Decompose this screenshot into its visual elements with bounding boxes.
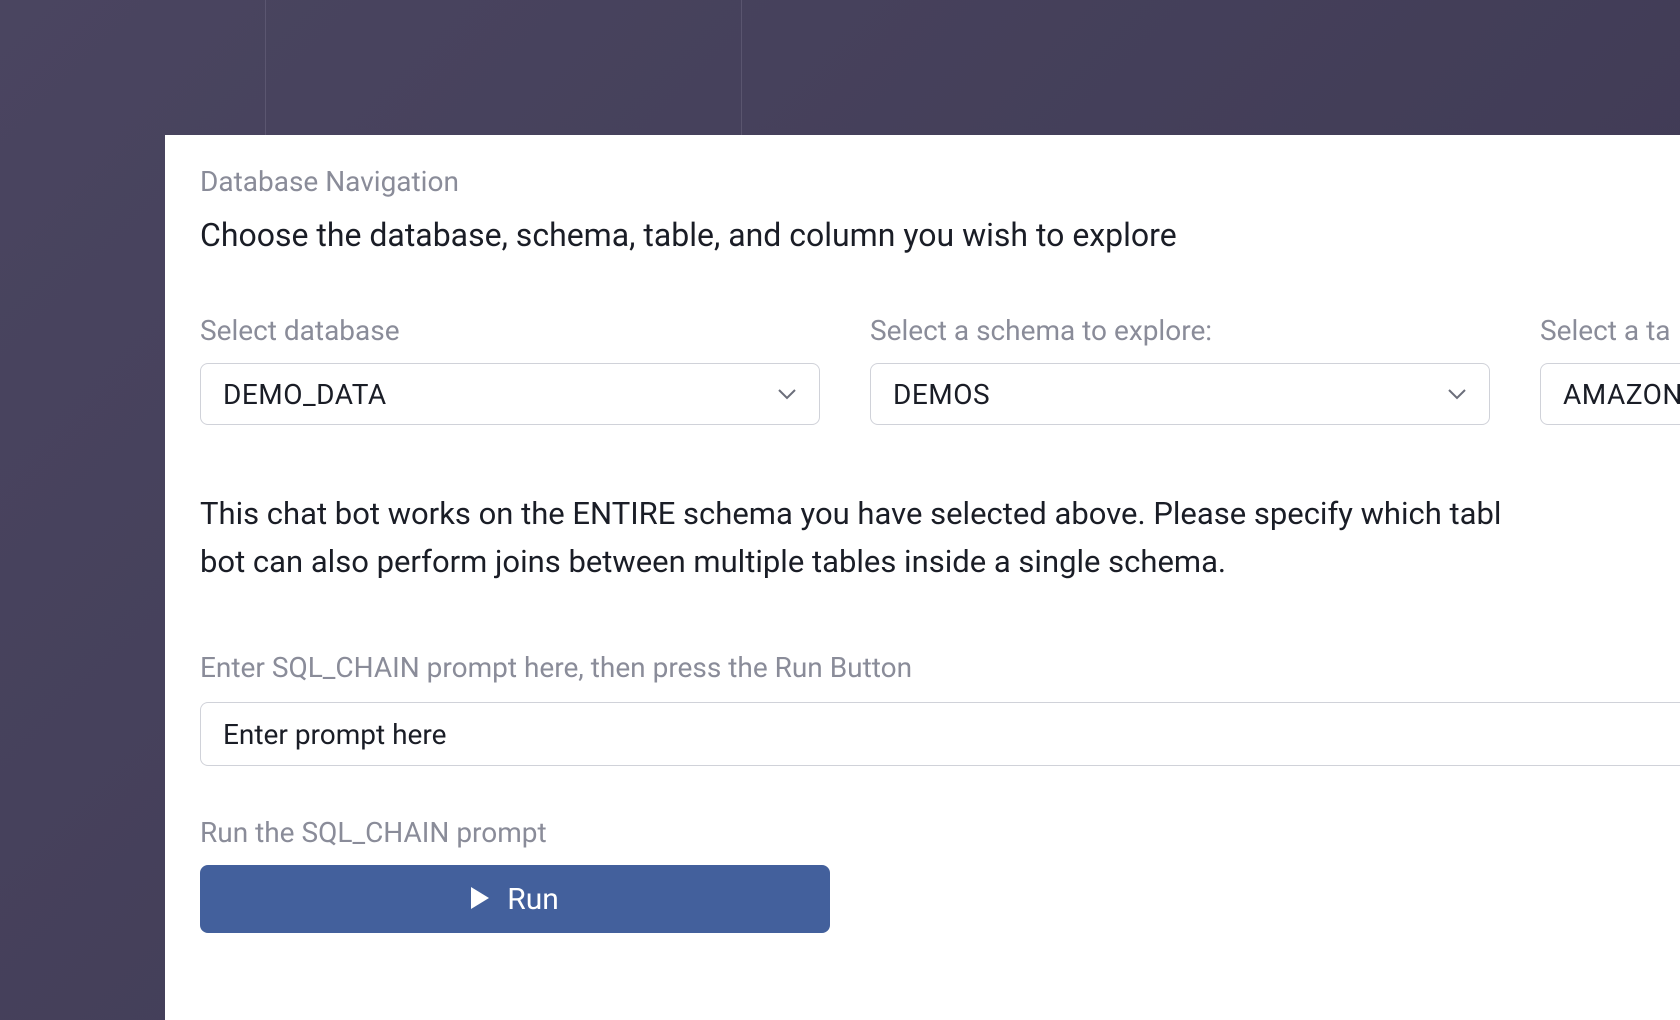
tab-divider [741, 0, 742, 135]
table-value: AMAZON [1563, 378, 1680, 411]
section-label: Database Navigation [200, 165, 1680, 198]
schema-select[interactable]: DEMOS [870, 363, 1490, 425]
schema-value: DEMOS [893, 378, 990, 411]
prompt-label: Enter SQL_CHAIN prompt here, then press … [200, 651, 1680, 684]
run-label: Run the SQL_CHAIN prompt [200, 816, 1680, 849]
prompt-input[interactable] [200, 702, 1680, 766]
tab-divider [265, 0, 266, 135]
run-button-label: Run [507, 882, 559, 917]
run-button[interactable]: Run [200, 865, 830, 933]
database-label: Select database [200, 314, 820, 347]
table-label: Select a ta [1540, 314, 1680, 347]
database-selector-group: Select database DEMO_DATA [200, 314, 820, 425]
database-value: DEMO_DATA [223, 378, 387, 411]
schema-selector-group: Select a schema to explore: DEMOS [870, 314, 1490, 425]
play-icon [471, 882, 489, 917]
chevron-down-icon [777, 384, 797, 404]
main-panel: Database Navigation Choose the database,… [165, 135, 1680, 1020]
table-select[interactable]: AMAZON [1540, 363, 1680, 425]
tab-bar [0, 0, 1680, 135]
table-selector-group: Select a ta AMAZON [1540, 314, 1680, 425]
database-select[interactable]: DEMO_DATA [200, 363, 820, 425]
chevron-down-icon [1447, 384, 1467, 404]
description-text: This chat bot works on the ENTIRE schema… [200, 490, 1680, 586]
selectors-row: Select database DEMO_DATA Select a schem… [200, 314, 1680, 425]
schema-label: Select a schema to explore: [870, 314, 1490, 347]
section-title: Choose the database, schema, table, and … [200, 216, 1680, 254]
